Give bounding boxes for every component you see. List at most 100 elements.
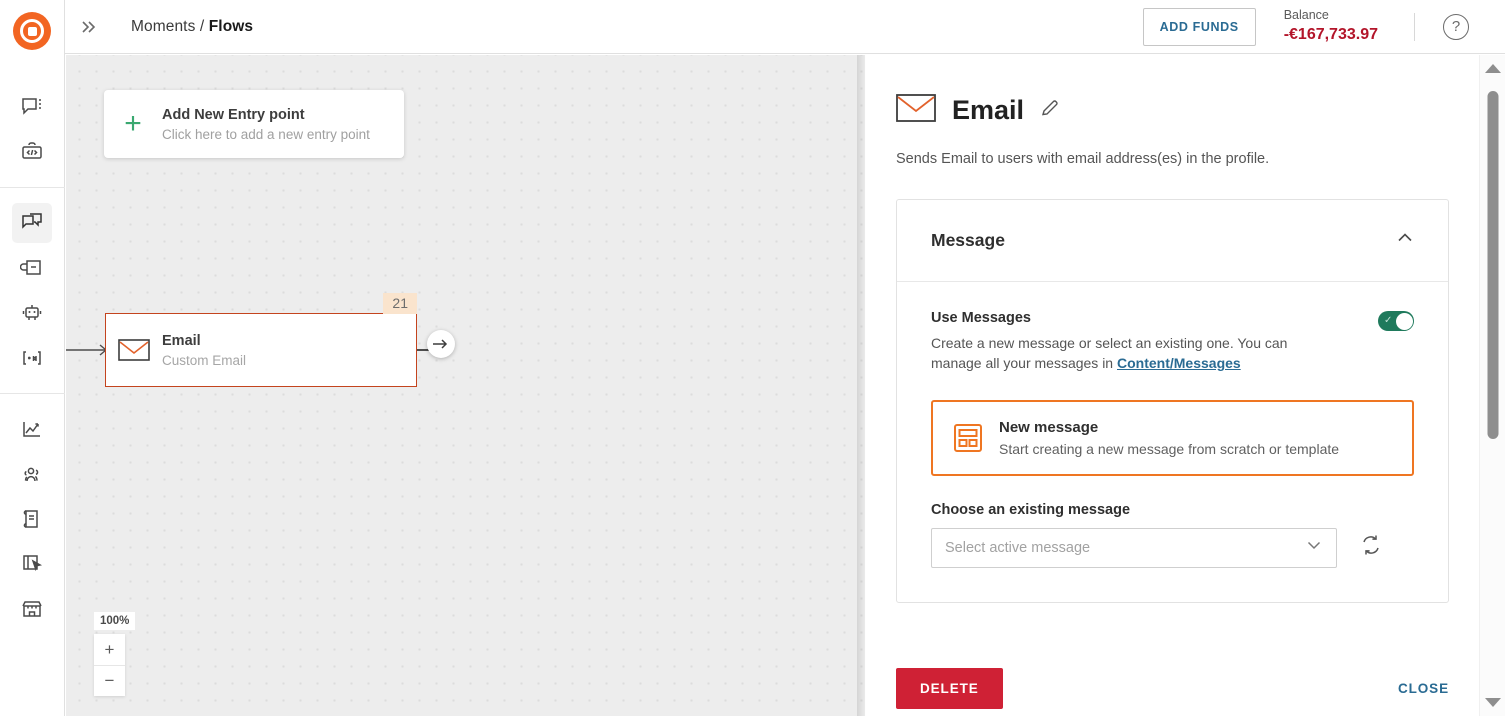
sidebar-item-analytics[interactable] bbox=[12, 409, 52, 449]
message-card: Message Use Messages Create a new messag… bbox=[896, 199, 1449, 603]
delete-button[interactable]: DELETE bbox=[896, 667, 1003, 709]
zoom-buttons: + − bbox=[94, 634, 125, 696]
sidebar-item-variables[interactable] bbox=[12, 338, 52, 378]
email-node[interactable]: 21 Email Custom Email bbox=[105, 293, 417, 387]
use-messages-texts: Use Messages Create a new message or sel… bbox=[931, 310, 1378, 374]
sidebar-item-exchange[interactable] bbox=[12, 589, 52, 629]
check-icon: ✓ bbox=[1384, 315, 1393, 326]
pencil-icon[interactable] bbox=[1040, 98, 1060, 123]
email-node-texts: Email Custom Email bbox=[162, 333, 246, 368]
panel-scroll-area: Email Sends Email to users with email ad… bbox=[866, 55, 1479, 660]
hash-star-icon bbox=[20, 346, 44, 370]
panel-scrollbar[interactable] bbox=[1479, 55, 1505, 716]
target-logo-icon[interactable] bbox=[13, 12, 51, 50]
existing-message-select[interactable]: Select active message bbox=[931, 527, 1337, 568]
balance-value: -€167,733.97 bbox=[1283, 26, 1378, 44]
entry-node-texts: Add New Entry point Click here to add a … bbox=[162, 107, 370, 142]
left-sidebar bbox=[0, 0, 73, 716]
breadcrumb-current: Flows bbox=[208, 17, 254, 35]
breadcrumb-root[interactable]: Moments bbox=[131, 18, 195, 35]
email-node-title: Email bbox=[162, 332, 201, 349]
zoom-controls: 100% + − bbox=[94, 611, 136, 696]
use-messages-toggle[interactable]: ✓ bbox=[1378, 311, 1414, 331]
breadcrumb-separator: / bbox=[199, 17, 205, 35]
envelope-icon bbox=[106, 338, 162, 362]
code-briefcase-icon bbox=[20, 140, 44, 164]
chevron-down-icon bbox=[1305, 536, 1323, 559]
storefront-icon bbox=[20, 597, 44, 621]
entry-node-subtitle: Click here to add a new entry point bbox=[162, 126, 370, 142]
sidebar-item-flows[interactable] bbox=[12, 201, 73, 245]
panel-header: Email bbox=[896, 93, 1449, 128]
close-button[interactable]: CLOSE bbox=[1398, 681, 1449, 696]
flow-canvas[interactable]: + Add New Entry point Click here to add … bbox=[66, 55, 865, 716]
sidebar-item-forms[interactable] bbox=[12, 544, 52, 584]
sidebar-group-1 bbox=[0, 72, 65, 187]
content-messages-link[interactable]: Content/Messages bbox=[1117, 355, 1241, 371]
sidebar-item-content[interactable] bbox=[12, 499, 52, 539]
sidebar-group-2 bbox=[0, 187, 73, 393]
book-icon bbox=[20, 507, 44, 531]
logo-ring bbox=[20, 19, 44, 43]
message-card-header[interactable]: Message bbox=[897, 200, 1448, 282]
add-next-step-button[interactable] bbox=[427, 330, 455, 358]
layout-template-icon bbox=[953, 423, 999, 453]
question-mark-icon[interactable]: ? bbox=[1443, 13, 1469, 40]
envelope-icon bbox=[896, 93, 936, 128]
zoom-in-button[interactable]: + bbox=[94, 634, 125, 665]
plus-icon: + bbox=[124, 107, 142, 140]
scroll-thumb[interactable] bbox=[1487, 91, 1498, 439]
balance-display: Balance -€167,733.97 bbox=[1284, 8, 1378, 46]
existing-message-placeholder: Select active message bbox=[945, 539, 1091, 556]
entry-node-title: Add New Entry point bbox=[162, 106, 305, 123]
refresh-icon[interactable] bbox=[1359, 533, 1383, 562]
message-card-body: Use Messages Create a new message or sel… bbox=[897, 282, 1448, 602]
canvas-edge-shadow bbox=[857, 55, 866, 716]
broadcast-folder-icon bbox=[20, 256, 44, 280]
top-bar: Moments / Flows ADD FUNDS Balance -€167,… bbox=[65, 0, 1505, 54]
sidebar-item-bots[interactable] bbox=[12, 293, 52, 333]
use-messages-label: Use Messages bbox=[931, 310, 1031, 326]
use-messages-description: Create a new message or select an existi… bbox=[931, 333, 1331, 374]
toggle-knob bbox=[1395, 312, 1413, 330]
robot-icon bbox=[20, 301, 44, 325]
logo-dot bbox=[27, 26, 37, 36]
form-cursor-icon bbox=[20, 552, 44, 576]
sidebar-item-broadcast[interactable] bbox=[12, 248, 52, 288]
scroll-down-arrow-icon[interactable] bbox=[1484, 698, 1501, 707]
page-title: Email bbox=[952, 95, 1025, 125]
node-badge: 21 bbox=[383, 293, 417, 314]
add-new-entry-point-node[interactable]: + Add New Entry point Click here to add … bbox=[104, 90, 404, 158]
new-message-title: New message bbox=[999, 418, 1099, 436]
top-bar-divider bbox=[1414, 12, 1415, 41]
existing-message-row: Select active message bbox=[931, 527, 1414, 568]
email-settings-panel: Email Sends Email to users with email ad… bbox=[866, 55, 1479, 716]
sidebar-item-developer[interactable] bbox=[12, 132, 52, 172]
new-message-texts: New message Start creating a new message… bbox=[999, 419, 1339, 457]
use-messages-row: Use Messages Create a new message or sel… bbox=[931, 310, 1414, 374]
add-funds-button[interactable]: ADD FUNDS bbox=[1142, 7, 1256, 46]
flows-icon bbox=[20, 211, 44, 235]
chat-bubble-menu-icon bbox=[20, 95, 44, 119]
panel-description: Sends Email to users with email address(… bbox=[896, 151, 1270, 167]
new-message-option[interactable]: New message Start creating a new message… bbox=[931, 399, 1414, 476]
message-card-title: Message bbox=[931, 230, 1005, 250]
balance-label: Balance bbox=[1283, 7, 1329, 22]
app-root: Moments / Flows ADD FUNDS Balance -€167,… bbox=[0, 0, 1505, 716]
sidebar-item-people[interactable] bbox=[12, 454, 52, 494]
chevron-double-right-icon[interactable] bbox=[73, 12, 103, 42]
line-chart-icon bbox=[20, 417, 44, 441]
panel-footer: DELETE CLOSE bbox=[866, 660, 1479, 716]
new-message-subtitle: Start creating a new message from scratc… bbox=[999, 440, 1340, 457]
email-node-subtitle: Custom Email bbox=[162, 352, 247, 368]
people-icon bbox=[20, 462, 44, 486]
top-bar-right: ADD FUNDS Balance -€167,733.97 ? bbox=[1142, 0, 1505, 54]
sidebar-item-conversations[interactable] bbox=[12, 87, 52, 127]
breadcrumb: Moments / Flows bbox=[131, 18, 253, 36]
chevron-up-icon[interactable] bbox=[1396, 229, 1414, 252]
zoom-level-label: 100% bbox=[94, 612, 136, 630]
zoom-out-button[interactable]: − bbox=[94, 665, 125, 696]
existing-message-label: Choose an existing message bbox=[931, 501, 1131, 518]
scroll-up-arrow-icon[interactable] bbox=[1484, 64, 1501, 73]
sidebar-group-3 bbox=[0, 393, 65, 644]
